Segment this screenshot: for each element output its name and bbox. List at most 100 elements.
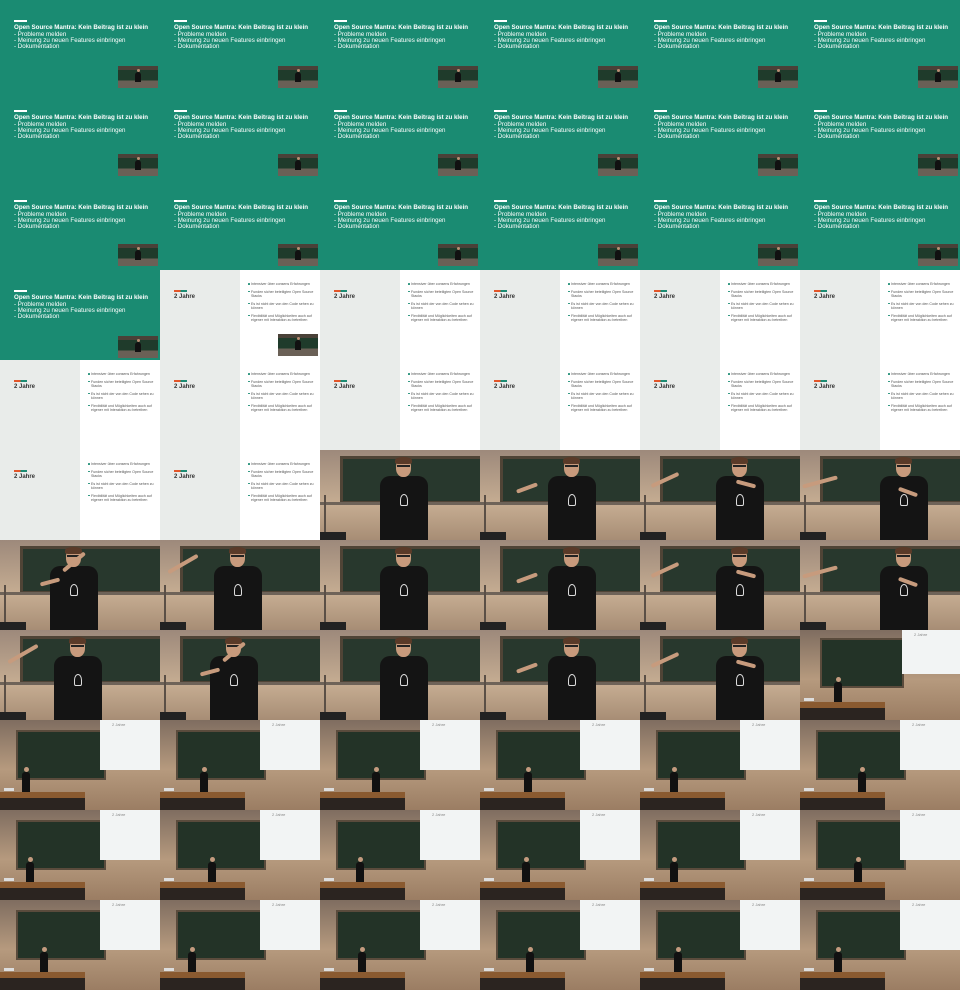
slide-left-panel: 2 Jahre — [160, 450, 240, 540]
speaker-figure — [615, 68, 621, 82]
slide-title: Open Source Mantra: Kein Beitrag ist zu … — [654, 114, 789, 121]
slide-bullet-list: - Probleme melden - Meinung zu neuen Fea… — [174, 31, 285, 51]
lectern-edge — [160, 712, 186, 720]
slide-title: 2 Jahre — [494, 384, 516, 390]
speaker-shirt — [214, 566, 262, 630]
slide-bullet: Intensiver über consens Erfahrungen — [408, 372, 476, 376]
slide-title: Open Source Mantra: Kein Beitrag ist zu … — [814, 204, 949, 211]
projected-slide-title: 2 Jahre — [912, 812, 926, 817]
projection-screen: 2 Jahre — [260, 810, 320, 860]
slide-bullet: Funden sicher beteiligten Open Source St… — [408, 290, 476, 299]
chalkboard — [496, 910, 586, 960]
speaker-camera-inset — [758, 154, 798, 176]
speaker-closeup-frame — [480, 630, 640, 720]
speaker-figure — [135, 246, 141, 260]
lightbulb-shirt-icon — [234, 584, 242, 596]
glasses — [733, 555, 746, 557]
speaker-shirt — [380, 656, 428, 720]
slide-bullet: Es ist nicht der von den Code sehen zu k… — [568, 302, 636, 311]
slide-thumbnail-white: 2 Jahre Intensiver über consens Erfahrun… — [0, 450, 160, 540]
slide-bullet: Es ist nicht der von den Code sehen zu k… — [248, 392, 316, 401]
desk-lamp — [4, 788, 14, 791]
slide-bullet: - Dokumentation — [494, 133, 540, 141]
slide-bullet: Intensiver über consens Erfahrungen — [568, 282, 636, 286]
slide-bullet-list: - Probleme melden - Meinung zu neuen Fea… — [14, 121, 125, 141]
slide-bullet: Funden sicher beteiligten Open Source St… — [888, 380, 956, 389]
projection-screen: 2 Jahre — [900, 720, 960, 770]
title-accent-bar — [174, 110, 187, 112]
speaker-shirt — [716, 566, 764, 630]
lecture-desk-front — [800, 708, 885, 720]
speaker-figure — [775, 68, 781, 82]
slide-thumbnail-white: 2 Jahre Intensiver über consens Erfahrun… — [160, 450, 320, 540]
slide-bullet: Funden sicher beteiligten Open Source St… — [568, 290, 636, 299]
speaker-shirt — [380, 476, 428, 540]
slide-thumbnail-green: Open Source Mantra: Kein Beitrag ist zu … — [480, 90, 640, 180]
speaker-closeup-frame — [800, 450, 960, 540]
projection-screen: 2 Jahre — [100, 720, 160, 770]
projection-screen: 2 Jahre — [740, 720, 800, 770]
speaker-hair — [69, 637, 86, 644]
lecture-desk-front — [160, 888, 245, 900]
slide-bullet: Intensiver über consens Erfahrungen — [408, 282, 476, 286]
slide-left-panel: 2 Jahre — [800, 360, 880, 450]
speaker-shirt — [54, 656, 102, 720]
slide-bullet: - Dokumentation — [814, 133, 860, 141]
slide-title: 2 Jahre — [14, 384, 36, 390]
slide-bullet-list: - Probleme melden - Meinung zu neuen Fea… — [654, 31, 765, 51]
slide-thumbnail-green: Open Source Mantra: Kein Beitrag ist zu … — [800, 0, 960, 90]
slide-bullet: - Dokumentation — [654, 133, 700, 141]
slide-bullet: Intensiver über consens Erfahrungen — [728, 282, 796, 286]
slide-bullet-list: Intensiver über consens Erfahrungen Fund… — [888, 282, 956, 326]
slide-bullet-list: - Probleme melden - Meinung zu neuen Fea… — [494, 121, 605, 141]
speaker — [874, 457, 934, 540]
speaker-shirt — [716, 656, 764, 720]
desk-lamp — [4, 878, 14, 881]
slide-bullet: Es ist nicht der von den Code sehen zu k… — [568, 392, 636, 401]
projected-slide-title: 2 Jahre — [432, 812, 446, 817]
title-accent-bar — [14, 110, 27, 112]
board-pole — [324, 585, 326, 625]
chalkboard — [496, 820, 586, 870]
lecture-desk-front — [640, 798, 725, 810]
slide-bullet: - Dokumentation — [494, 43, 540, 51]
speaker-camera-inset — [118, 244, 158, 266]
projection-screen: 2 Jahre — [740, 900, 800, 950]
desk-lamp — [324, 968, 334, 971]
slide-bullet-list: Intensiver über consens Erfahrungen Fund… — [728, 282, 796, 326]
slide-title: Open Source Mantra: Kein Beitrag ist zu … — [494, 114, 629, 121]
slide-bullet: Flexibilität und Möglichkeiten auch auf … — [888, 404, 956, 413]
glasses — [733, 465, 746, 467]
chalkboard — [176, 730, 266, 780]
speaker-figure — [834, 947, 842, 974]
projection-screen: 2 Jahre — [420, 900, 480, 950]
speaker-shirt — [548, 656, 596, 720]
slide-bullet: Es ist nicht der von den Code sehen zu k… — [728, 302, 796, 311]
speaker-camera-inset — [918, 154, 958, 176]
lectern-edge — [640, 532, 666, 540]
speaker-closeup-frame — [160, 630, 320, 720]
slide-thumbnail-white: 2 Jahre Intensiver über consens Erfahrun… — [160, 360, 320, 450]
projection-screen: 2 Jahre — [420, 810, 480, 860]
slide-thumbnail-white: 2 Jahre Intensiver über consens Erfahrun… — [320, 270, 480, 360]
slide-left-panel: 2 Jahre — [640, 270, 720, 360]
title-accent-bar — [814, 20, 827, 22]
slide-thumbnail-green: Open Source Mantra: Kein Beitrag ist zu … — [640, 90, 800, 180]
projected-slide-title: 2 Jahre — [272, 902, 286, 907]
lectern-edge — [640, 712, 666, 720]
speaker-closeup-frame — [480, 450, 640, 540]
lecture-hall-wide-frame: 2 Jahre — [480, 720, 640, 810]
slide-bullet: Intensiver über consens Erfahrungen — [88, 372, 156, 376]
slide-bullet: Es ist nicht der von den Code sehen zu k… — [408, 392, 476, 401]
board-pole — [644, 585, 646, 625]
projected-slide-title: 2 Jahre — [272, 812, 286, 817]
projected-slide-title: 2 Jahre — [112, 902, 126, 907]
projection-screen: 2 Jahre — [900, 900, 960, 950]
board-pole — [644, 495, 646, 535]
speaker-figure — [295, 68, 301, 82]
title-accent-bar — [334, 380, 347, 382]
speaker-shirt — [210, 656, 258, 720]
slide-bullet-list: - Probleme melden - Meinung zu neuen Fea… — [334, 211, 445, 231]
projection-screen: 2 Jahre — [902, 630, 960, 674]
projected-slide-title: 2 Jahre — [914, 632, 928, 637]
